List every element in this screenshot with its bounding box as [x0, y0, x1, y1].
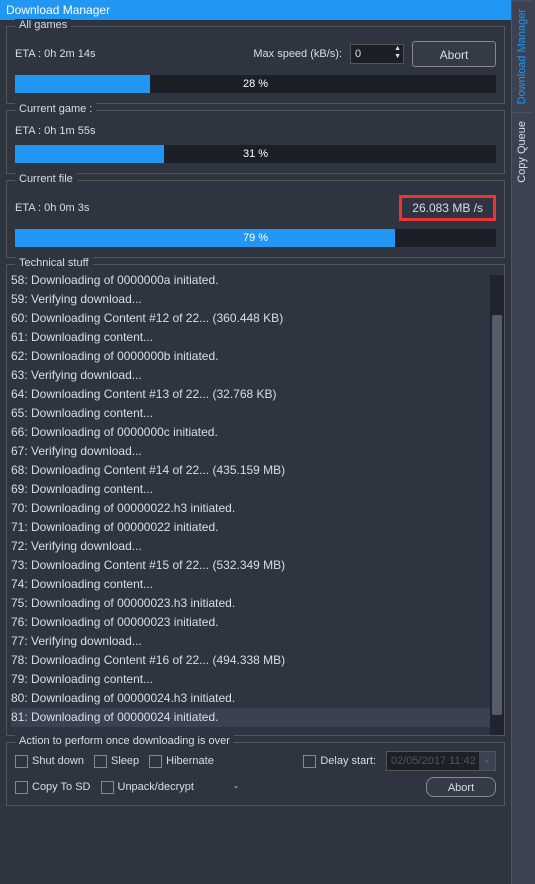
- download-speed: 26.083 MB /s: [399, 195, 496, 221]
- checkbox-hibernate-label: Hibernate: [166, 755, 214, 767]
- max-speed-label: Max speed (kB/s):: [253, 48, 342, 60]
- checkbox-copy-to-sd-label: Copy To SD: [32, 781, 91, 793]
- checkbox-delay-start[interactable]: Delay start:: [303, 755, 376, 768]
- current-file-progress: 79 %: [15, 229, 496, 247]
- checkbox-shutdown[interactable]: Shut down: [15, 755, 84, 768]
- checkbox-delay-start-label: Delay start:: [320, 755, 376, 767]
- abort-all-button[interactable]: Abort: [412, 41, 496, 67]
- delay-start-value: 02/05/2017 11:42: [391, 755, 476, 767]
- log-line: 72: Verifying download...: [11, 537, 504, 556]
- log-line: 69: Downloading content...: [11, 480, 504, 499]
- footer-title: Action to perform once downloading is ov…: [15, 735, 234, 747]
- all-games-eta: ETA : 0h 2m 14s: [15, 48, 96, 60]
- side-tabs: Download Manager Copy Queue: [511, 0, 535, 884]
- side-tab-download-manager[interactable]: Download Manager: [512, 0, 532, 112]
- log-line: 59: Verifying download...: [11, 290, 504, 309]
- window-title: Download Manager: [0, 0, 511, 20]
- log-line: 65: Downloading content...: [11, 404, 504, 423]
- log-scrollbar[interactable]: [490, 275, 504, 735]
- section-current-file-title: Current file: [15, 173, 77, 185]
- log-line: 64: Downloading Content #13 of 22... (32…: [11, 385, 504, 404]
- log-line: 70: Downloading of 00000022.h3 initiated…: [11, 499, 504, 518]
- all-games-progress-label: 28 %: [15, 75, 496, 93]
- checkbox-sleep-label: Sleep: [111, 755, 139, 767]
- max-speed-input[interactable]: [351, 48, 389, 60]
- current-game-eta: ETA : 0h 1m 55s: [15, 125, 96, 137]
- log-line: 62: Downloading of 0000000b initiated.: [11, 347, 504, 366]
- checkbox-unpack-label: Unpack/decrypt: [118, 781, 194, 793]
- log-line: 71: Downloading of 00000022 initiated.: [11, 518, 504, 537]
- checkbox-hibernate[interactable]: Hibernate: [149, 755, 214, 768]
- log-line: 66: Downloading of 0000000c initiated.: [11, 423, 504, 442]
- dropdown-icon[interactable]: ▼: [479, 752, 495, 770]
- current-game-progress: 31 %: [15, 145, 496, 163]
- checkbox-unpack[interactable]: Unpack/decrypt: [101, 781, 194, 794]
- log-line: 67: Verifying download...: [11, 442, 504, 461]
- abort-footer-button[interactable]: Abort: [426, 777, 496, 797]
- max-speed-spinner[interactable]: ▲ ▼: [350, 44, 404, 64]
- log-line: 75: Downloading of 00000023.h3 initiated…: [11, 594, 504, 613]
- log-line: 76: Downloading of 00000023 initiated.: [11, 613, 504, 632]
- log-line: 68: Downloading Content #14 of 22... (43…: [11, 461, 504, 480]
- section-technical-title: Technical stuff: [15, 257, 93, 269]
- log-line: 74: Downloading content...: [11, 575, 504, 594]
- section-footer: Action to perform once downloading is ov…: [6, 742, 505, 806]
- current-file-eta: ETA : 0h 0m 3s: [15, 202, 89, 214]
- section-current-file: Current file ETA : 0h 0m 3s 26.083 MB /s…: [6, 180, 505, 258]
- footer-dash: -: [234, 781, 238, 793]
- checkbox-copy-to-sd[interactable]: Copy To SD: [15, 781, 91, 794]
- log-line: 58: Downloading of 0000000a initiated.: [11, 275, 504, 290]
- all-games-progress: 28 %: [15, 75, 496, 93]
- section-current-game-title: Current game :: [15, 103, 96, 115]
- side-tab-copy-queue[interactable]: Copy Queue: [512, 112, 532, 191]
- log-line: 80: Downloading of 00000024.h3 initiated…: [11, 689, 504, 708]
- log-box: 58: Downloading of 0000000a initiated.59…: [11, 275, 504, 735]
- log-line: 81: Downloading of 00000024 initiated.: [11, 708, 504, 727]
- section-all-games-title: All games: [15, 19, 71, 31]
- log-line: 61: Downloading content...: [11, 328, 504, 347]
- section-technical: Technical stuff 58: Downloading of 00000…: [6, 264, 505, 736]
- section-all-games: All games ETA : 0h 2m 14s Max speed (kB/…: [6, 26, 505, 104]
- section-current-game: Current game : ETA : 0h 1m 55s 31 %: [6, 110, 505, 174]
- log-line: 60: Downloading Content #12 of 22... (36…: [11, 309, 504, 328]
- checkbox-sleep[interactable]: Sleep: [94, 755, 139, 768]
- log-scroll-thumb[interactable]: [492, 315, 502, 715]
- checkbox-shutdown-label: Shut down: [32, 755, 84, 767]
- log-line: 63: Verifying download...: [11, 366, 504, 385]
- log-line: 78: Downloading Content #16 of 22... (49…: [11, 651, 504, 670]
- spinner-up-icon[interactable]: ▲: [394, 45, 401, 53]
- delay-start-datetime[interactable]: 02/05/2017 11:42 ▼: [386, 751, 496, 771]
- current-game-progress-label: 31 %: [15, 145, 496, 163]
- current-file-progress-label: 79 %: [15, 229, 496, 247]
- log-line: 79: Downloading content...: [11, 670, 504, 689]
- log-line: 77: Verifying download...: [11, 632, 504, 651]
- spinner-down-icon[interactable]: ▼: [394, 53, 401, 61]
- log-line: 73: Downloading Content #15 of 22... (53…: [11, 556, 504, 575]
